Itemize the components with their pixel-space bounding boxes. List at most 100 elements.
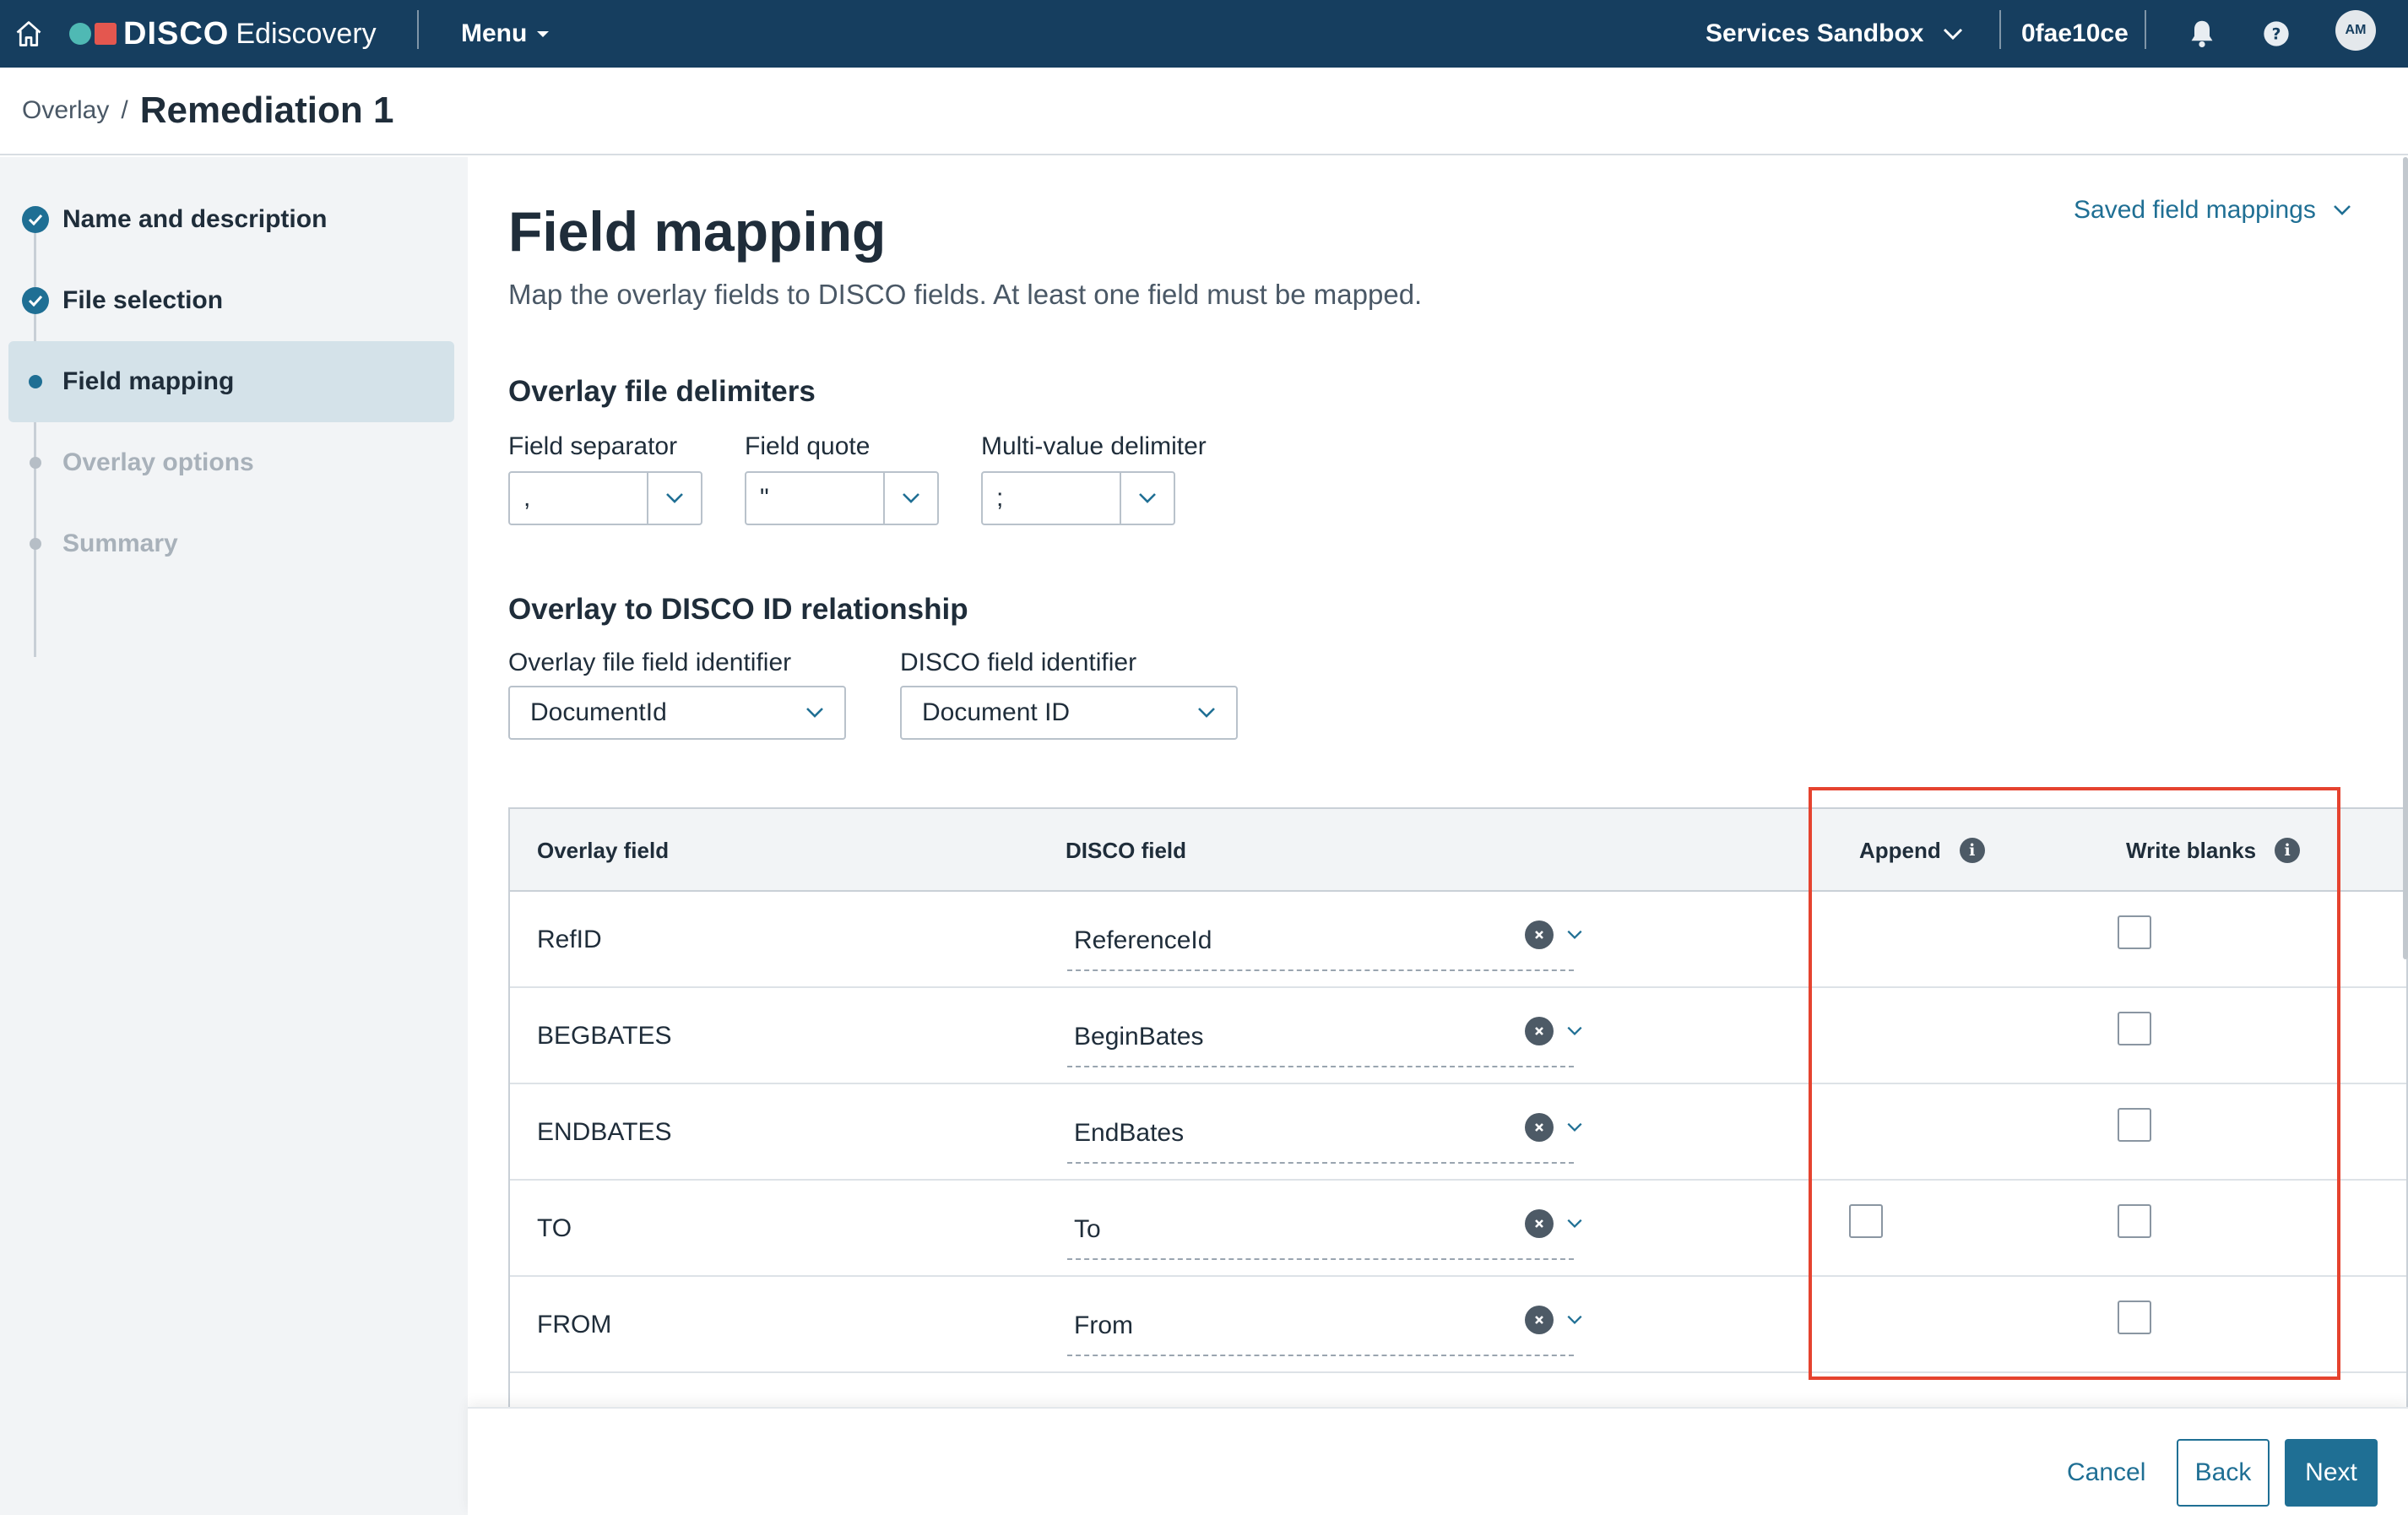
disco-identifier-value: Document ID xyxy=(922,698,1071,726)
field-quote-select[interactable]: " xyxy=(745,471,939,525)
logo-square xyxy=(95,23,117,45)
overlay-field-cell: FROM xyxy=(537,1311,612,1339)
id-relationship-heading: Overlay to DISCO ID relationship xyxy=(508,593,968,626)
write-blanks-checkbox[interactable] xyxy=(2118,915,2151,949)
chevron-down-icon[interactable] xyxy=(1560,920,1589,949)
step-complete-check-icon xyxy=(22,287,49,314)
saved-field-mappings-dropdown[interactable]: Saved field mappings xyxy=(2074,196,2351,225)
page-title: Remediation 1 xyxy=(139,90,394,131)
step-label: Field mapping xyxy=(62,367,235,395)
disco-identifier-select[interactable]: Document ID xyxy=(900,686,1238,740)
step-label: Overlay options xyxy=(62,448,254,476)
step-pending-dot-icon xyxy=(22,538,41,550)
clear-icon[interactable] xyxy=(1525,920,1554,949)
clear-icon[interactable] xyxy=(1525,1306,1554,1334)
breadcrumb-parent-link[interactable]: Overlay xyxy=(22,96,109,125)
step-label: File selection xyxy=(62,286,224,314)
column-header-overlay-field: Overlay field xyxy=(537,837,670,863)
field-quote-label: Field quote xyxy=(745,432,870,460)
chevron-down-icon xyxy=(806,708,823,718)
chevron-down-icon[interactable] xyxy=(1560,1209,1589,1238)
multi-value-delimiter-select[interactable]: ; xyxy=(981,471,1175,525)
column-header-write-blanks: Write blanks i xyxy=(2126,809,2301,892)
step-summary: Summary xyxy=(8,503,454,584)
cancel-button[interactable]: Cancel xyxy=(2058,1439,2154,1507)
overlay-field-cell: ENDBATES xyxy=(537,1118,672,1146)
top-navigation-bar: DISCO Ediscovery Menu Services Sandbox 0… xyxy=(0,0,2408,68)
chevron-down-icon xyxy=(1944,28,1963,41)
help-icon[interactable]: ? xyxy=(2256,14,2297,54)
multi-value-delimiter-value: ; xyxy=(996,484,1004,512)
table-row: ENDBATES EndBates xyxy=(510,1084,2406,1181)
overlay-identifier-select[interactable]: DocumentId xyxy=(508,686,846,740)
workspace-name: Services Sandbox xyxy=(1706,19,1924,47)
disco-logo[interactable]: DISCO Ediscovery xyxy=(69,0,377,68)
section-title: Field mapping xyxy=(508,200,887,263)
next-button[interactable]: Next xyxy=(2285,1439,2378,1507)
disco-identifier-label: DISCO field identifier xyxy=(900,649,1137,676)
clear-icon[interactable] xyxy=(1525,1113,1554,1142)
menu-button[interactable]: Menu xyxy=(461,0,550,68)
write-blanks-header-label: Write blanks xyxy=(2126,837,2257,863)
delimiters-heading: Overlay file delimiters xyxy=(508,375,816,408)
info-icon[interactable]: i xyxy=(1959,838,1985,863)
breadcrumb-separator: / xyxy=(121,96,128,124)
chevron-down-icon xyxy=(1198,708,1215,718)
clear-icon[interactable] xyxy=(1525,1017,1554,1045)
workspace-selector[interactable]: Services Sandbox xyxy=(1706,0,1964,68)
table-row: TO To xyxy=(510,1181,2406,1277)
section-description: Map the overlay fields to DISCO fields. … xyxy=(508,279,1423,310)
chevron-down-icon xyxy=(647,473,701,524)
main-content: Field mapping Map the overlay fields to … xyxy=(468,157,2408,1515)
disco-field-select[interactable]: ReferenceId xyxy=(1067,912,1574,971)
chevron-down-icon[interactable] xyxy=(1560,1306,1589,1334)
step-pending-dot-icon xyxy=(22,457,41,469)
info-icon[interactable]: i xyxy=(2275,838,2301,863)
table-row: BEGBATES BeginBates xyxy=(510,988,2406,1084)
step-file-selection[interactable]: File selection xyxy=(8,260,454,341)
step-current-dot-icon xyxy=(22,375,42,388)
table-header: Overlay field DISCO field Append i Write… xyxy=(510,809,2406,892)
caret-down-icon xyxy=(537,30,550,37)
avatar[interactable]: AM xyxy=(2335,10,2376,51)
field-separator-value: , xyxy=(523,484,531,512)
bell-icon[interactable] xyxy=(2182,14,2222,54)
step-label: Name and description xyxy=(62,205,328,233)
step-field-mapping[interactable]: Field mapping xyxy=(8,341,454,422)
field-quote-value: " xyxy=(760,484,769,512)
overlay-field-cell: RefID xyxy=(537,926,602,953)
chevron-down-icon[interactable] xyxy=(1560,1113,1589,1142)
back-button[interactable]: Back xyxy=(2177,1439,2270,1507)
overlay-identifier-label: Overlay file field identifier xyxy=(508,649,792,676)
disco-field-select[interactable]: From xyxy=(1067,1297,1574,1356)
write-blanks-checkbox[interactable] xyxy=(2118,1012,2151,1045)
disco-field-select[interactable]: EndBates xyxy=(1067,1105,1574,1164)
scrollbar[interactable] xyxy=(2403,157,2408,959)
logo-brand: DISCO xyxy=(123,15,230,52)
clear-icon[interactable] xyxy=(1525,1209,1554,1238)
logo-product: Ediscovery xyxy=(236,17,377,50)
saved-field-mappings-label: Saved field mappings xyxy=(2074,196,2316,224)
write-blanks-checkbox[interactable] xyxy=(2118,1108,2151,1142)
divider xyxy=(1999,10,2001,49)
write-blanks-checkbox[interactable] xyxy=(2118,1204,2151,1238)
field-separator-label: Field separator xyxy=(508,432,678,460)
chevron-down-icon xyxy=(1120,473,1174,524)
append-checkbox[interactable] xyxy=(1849,1204,1883,1238)
step-name-and-description[interactable]: Name and description xyxy=(8,179,454,260)
write-blanks-checkbox[interactable] xyxy=(2118,1301,2151,1334)
overlay-identifier-value: DocumentId xyxy=(530,698,667,726)
disco-field-select[interactable]: BeginBates xyxy=(1067,1008,1574,1067)
home-icon[interactable] xyxy=(12,14,46,54)
user-id[interactable]: 0fae10ce xyxy=(2021,0,2129,68)
overlay-field-cell: TO xyxy=(537,1214,572,1242)
divider xyxy=(417,10,419,49)
chevron-down-icon[interactable] xyxy=(1560,1017,1589,1045)
column-header-append: Append i xyxy=(1859,809,1985,892)
column-header-disco-field: DISCO field xyxy=(1066,837,1187,863)
wizard-steps-sidebar: Name and description File selection Fiel… xyxy=(0,157,468,1515)
multi-value-delimiter-label: Multi-value delimiter xyxy=(981,432,1207,460)
field-separator-select[interactable]: , xyxy=(508,471,702,525)
disco-field-select[interactable]: To xyxy=(1067,1201,1574,1260)
step-label: Summary xyxy=(62,529,178,557)
